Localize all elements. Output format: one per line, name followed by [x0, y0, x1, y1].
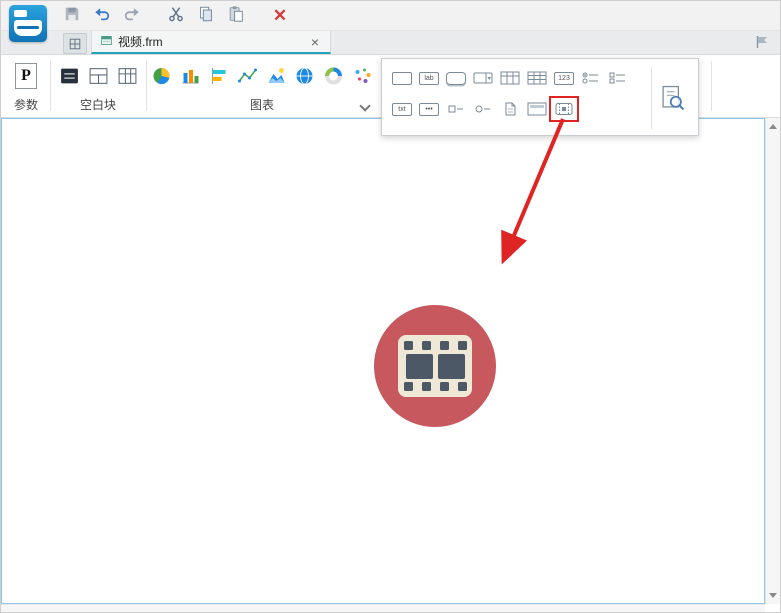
map-globe-icon[interactable]: [292, 63, 318, 89]
copy-button[interactable]: [193, 4, 219, 28]
split-cols-block-icon[interactable]: [114, 63, 140, 89]
app-logo-icon[interactable]: [9, 5, 47, 42]
undo-button[interactable]: [89, 4, 115, 28]
palette-iframe-icon[interactable]: [525, 99, 549, 119]
tab-video-frm[interactable]: 视频.frm ×: [91, 31, 331, 54]
redo-icon: [123, 5, 141, 26]
palette-checkbox-group-icon[interactable]: [606, 68, 630, 88]
column-chart-icon[interactable]: [178, 63, 204, 89]
chart-icons: [149, 63, 375, 89]
cut-button[interactable]: [163, 4, 189, 28]
palette-combobox-icon[interactable]: [471, 68, 495, 88]
pie-chart-icon[interactable]: [149, 63, 175, 89]
form-file-icon: [100, 34, 113, 50]
scissors-icon: [167, 5, 185, 26]
video-widget[interactable]: [370, 301, 500, 431]
palette-button-icon[interactable]: [444, 68, 468, 88]
copy-icon: [197, 5, 215, 26]
blank-block-icons: [53, 63, 143, 89]
redo-button[interactable]: [119, 4, 145, 28]
palette-divider: [651, 67, 652, 129]
save-icon: [63, 5, 81, 26]
vertical-scrollbar[interactable]: [765, 118, 780, 604]
ribbon-separator: [146, 61, 147, 111]
paste-icon: [227, 5, 245, 26]
palette-textfield-icon[interactable]: [390, 68, 414, 88]
palette-row-2: txt •••: [390, 96, 579, 122]
main-toolbar: ✕: [1, 1, 780, 31]
group-label-chart: 图表: [249, 98, 274, 112]
password-frame: •••: [419, 102, 439, 116]
ribbon-group-chart: 图表: [149, 55, 375, 117]
palette-detail-grid-icon[interactable]: [525, 68, 549, 88]
scroll-down-icon[interactable]: [769, 593, 777, 598]
logo-shape: [14, 10, 27, 17]
horizontal-scrollbar[interactable]: [1, 604, 765, 612]
parameter-letter: P: [21, 67, 31, 84]
ribbon-group-blank-block: 空白块: [53, 55, 143, 117]
palette-file-icon[interactable]: [498, 99, 522, 119]
textarea-frame: txt: [392, 102, 412, 116]
group-label-blank-block: 空白块: [79, 98, 116, 112]
palette-table-icon[interactable]: [498, 68, 522, 88]
paste-button[interactable]: [223, 4, 249, 28]
chevron-down-icon[interactable]: [361, 102, 369, 110]
delete-button[interactable]: ✕: [267, 4, 293, 28]
template-grid-icon[interactable]: [63, 33, 87, 54]
palette-number-icon[interactable]: 123: [552, 68, 576, 88]
label-frame: lab: [419, 71, 439, 85]
palette-radio-group-icon[interactable]: [579, 68, 603, 88]
group-label-parameter: 参数: [13, 98, 38, 112]
palette-video-icon[interactable]: [549, 96, 579, 122]
parameter-pane-button[interactable]: P: [15, 63, 37, 89]
palette-query-icon[interactable]: [658, 83, 686, 113]
split-rows-block-icon[interactable]: [85, 63, 111, 89]
pin-flag-icon[interactable]: [754, 34, 772, 52]
palette-row-1: lab 123: [390, 68, 630, 88]
palette-checkbox-icon[interactable]: [444, 99, 468, 119]
report-block-icon[interactable]: [56, 63, 82, 89]
number-frame: 123: [554, 71, 574, 85]
logo-shape: [17, 26, 39, 29]
textfield-frame: [392, 71, 412, 85]
save-button[interactable]: [59, 4, 85, 28]
palette-textarea-icon[interactable]: txt: [390, 99, 414, 119]
line-chart-icon[interactable]: [235, 63, 261, 89]
scroll-up-icon[interactable]: [769, 124, 777, 129]
undo-icon: [93, 5, 111, 26]
ribbon-separator: [711, 61, 712, 111]
scatter-chart-icon[interactable]: [349, 63, 375, 89]
app-window: ✕ 视频.frm × P 参数 空白块 图表 lab 123 txt •••: [0, 0, 781, 613]
tab-label: 视频.frm: [118, 35, 163, 49]
tab-close-icon[interactable]: ×: [308, 35, 322, 49]
tab-bar: 视频.frm ×: [1, 31, 780, 55]
bar-chart-icon[interactable]: [206, 63, 232, 89]
ribbon-separator: [50, 61, 51, 111]
palette-radio-icon[interactable]: [471, 99, 495, 119]
area-chart-icon[interactable]: [264, 63, 290, 89]
delete-icon: ✕: [272, 6, 288, 25]
ribbon-group-parameter: P 参数: [5, 55, 47, 117]
button-frame: [446, 71, 466, 85]
gauge-donut-icon[interactable]: [321, 63, 347, 89]
widget-palette: lab 123 txt •••: [381, 58, 699, 136]
palette-label-icon[interactable]: lab: [417, 68, 441, 88]
palette-password-icon[interactable]: •••: [417, 99, 441, 119]
